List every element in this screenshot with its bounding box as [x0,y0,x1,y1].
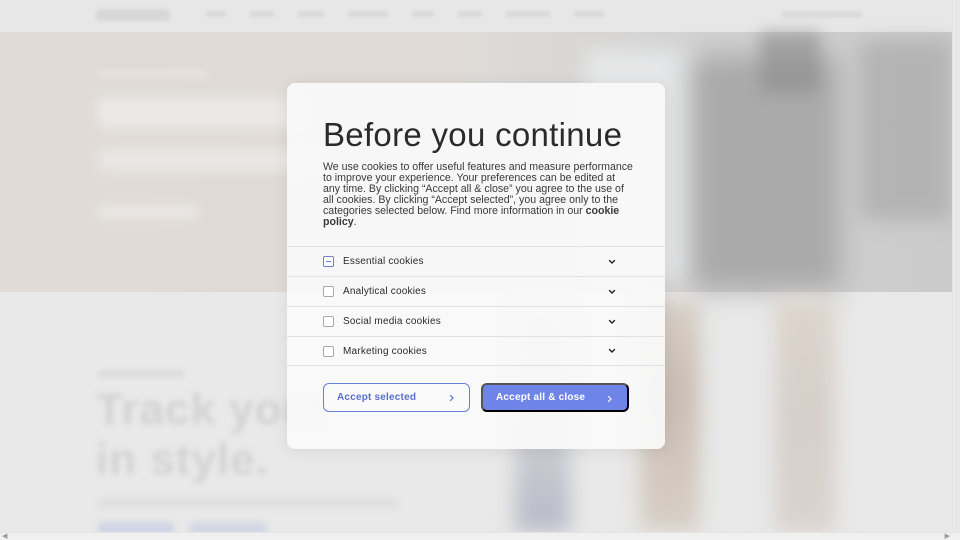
accept-selected-label: Accept selected [337,392,417,403]
dialog-title: Before you continue [323,116,623,153]
dialog-description: We use cookies to offer useful features … [323,162,633,228]
cookie-category-label: Analytical cookies [343,286,427,297]
marketing-checkbox[interactable] [323,345,334,357]
chevron-down-icon[interactable] [608,288,616,296]
accept-selected-button[interactable]: Accept selected [323,383,470,412]
chevron-down-icon[interactable] [608,258,616,266]
accept-all-button[interactable]: Accept all & close [481,383,629,412]
cookie-category-social-media[interactable]: Social media cookies [287,306,665,336]
cookie-category-label: Social media cookies [343,316,441,327]
scroll-right-icon[interactable]: ▶ [945,533,950,540]
essential-checkbox[interactable] [323,256,334,267]
chevron-right-icon [449,394,454,402]
chevron-right-icon [607,395,612,403]
chevron-down-icon[interactable] [608,347,616,355]
accept-all-label: Accept all & close [496,392,586,403]
description-suffix: . [353,216,357,228]
analytical-checkbox[interactable] [323,286,334,297]
cookie-category-analytical[interactable]: Analytical cookies [287,276,665,306]
scroll-left-icon[interactable]: ◀ [2,533,7,540]
cookie-category-essential[interactable]: Essential cookies [287,246,665,276]
horizontal-scrollbar[interactable]: ◀ ▶ [0,532,960,540]
scrollbar-thumb[interactable] [954,0,960,532]
cookie-consent-dialog: Before you continue We use cookies to of… [287,83,665,449]
cookie-category-marketing[interactable]: Marketing cookies [287,336,665,366]
social-media-checkbox[interactable] [323,316,334,327]
cookie-category-label: Essential cookies [343,256,424,267]
chevron-down-icon[interactable] [608,318,616,326]
cookie-category-label: Marketing cookies [343,345,427,357]
cookie-category-list: Essential cookies Analytical cookies Soc… [287,246,665,366]
vertical-scrollbar[interactable] [952,0,960,532]
